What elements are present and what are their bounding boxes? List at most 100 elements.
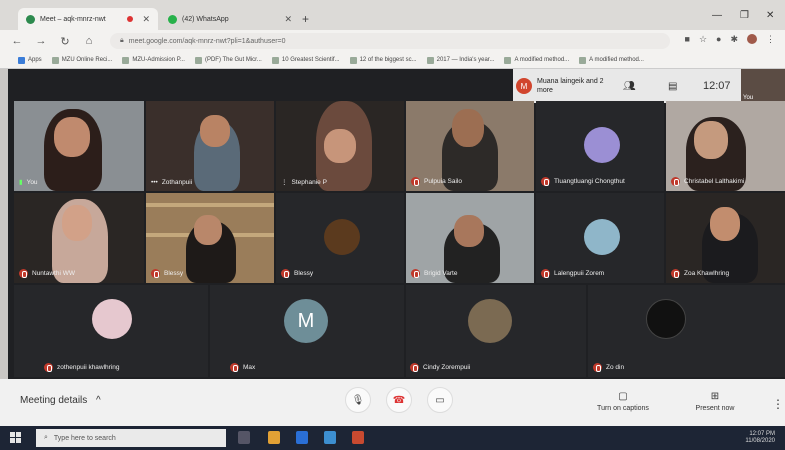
close-window-icon[interactable]: ✕ <box>766 10 774 21</box>
meeting-details-button[interactable]: Meeting details ^ <box>20 395 101 406</box>
bookmark-item[interactable]: MZU-Admission P... <box>122 56 185 64</box>
camera-icon[interactable]: ■ <box>685 34 690 45</box>
mic-muted-icon <box>541 269 550 278</box>
participant-avatar <box>646 299 686 339</box>
minimize-icon[interactable]: — <box>712 10 722 21</box>
participant-name: zothenpuii khawlhring <box>57 364 120 371</box>
participant-tile[interactable]: Cindy Zorempuii <box>406 285 586 377</box>
recording-dot-icon <box>127 16 134 22</box>
powerpoint-icon[interactable] <box>352 431 364 444</box>
chat-icon[interactable]: ▤ <box>668 81 677 92</box>
system-tray[interactable]: 12:07 PM 11/08/2020 <box>745 431 775 445</box>
tab-whatsapp[interactable]: (42) WhatsApp ✕ <box>160 8 300 30</box>
present-now-button[interactable]: ⊞ Present now <box>680 391 750 412</box>
mic-button[interactable]: 🎙︎ <box>345 387 371 413</box>
phone-hangup-icon: ☎ <box>392 394 406 406</box>
profile-avatar[interactable] <box>747 34 757 44</box>
participant-avatar <box>468 299 512 343</box>
bookmark-item[interactable]: 10 Greatest Scientif... <box>271 56 340 64</box>
menu-icon[interactable]: ⋮ <box>766 34 775 45</box>
self-preview[interactable]: You <box>741 69 785 103</box>
bookmarks-bar: Apps MZU Online Reci... MZU-Admission P.… <box>0 52 785 69</box>
puzzle-icon[interactable]: ✱ <box>730 34 738 45</box>
people-icon[interactable]: 👥︎ <box>623 81 636 92</box>
tab-label: (42) WhatsApp <box>182 15 229 23</box>
back-icon[interactable]: ← <box>10 35 24 47</box>
participant-tile[interactable]: Brigid Varte <box>406 193 534 283</box>
task-view-icon[interactable] <box>238 431 250 444</box>
windows-taskbar: ⌕ Type here to search 12:07 PM 11/08/202… <box>0 426 785 450</box>
captions-button[interactable]: ▢ Turn on captions <box>588 391 658 412</box>
captions-icon: ▢ <box>618 391 628 402</box>
windows-start-icon[interactable] <box>10 432 22 444</box>
bookmark-item[interactable]: (PDF) The Gut Micr... <box>194 56 262 64</box>
bookmark-item[interactable]: A modified method... <box>504 56 569 64</box>
participant-tile[interactable]: Tluangtluangi Chongthut <box>536 101 664 191</box>
tray-time: 12:07 PM <box>749 431 775 437</box>
mic-on-icon: ▮ <box>19 179 23 186</box>
close-tab-icon[interactable]: ✕ <box>142 14 150 25</box>
mic-muted-icon <box>411 269 420 278</box>
participant-name: Zothanpuii <box>161 179 193 186</box>
page-icon <box>122 56 130 64</box>
participant-name: Max <box>243 364 256 371</box>
tab-meet[interactable]: Meet – aqk-mnrz-nwt ✕ <box>18 8 158 30</box>
participant-tile[interactable]: zothenpuii khawlhring <box>14 285 208 377</box>
participant-tile[interactable]: ••• Zothanpuii <box>146 101 274 191</box>
forward-icon[interactable]: → <box>34 35 48 47</box>
home-icon[interactable]: ⌂ <box>82 35 96 47</box>
bookmark-item[interactable]: A modified method... <box>579 56 644 64</box>
more-options-icon[interactable]: ⋮ <box>772 397 784 411</box>
bookmark-item[interactable]: Apps <box>18 56 42 64</box>
mic-muted-icon <box>541 177 550 186</box>
participant-tile[interactable]: Blessy <box>146 193 274 283</box>
address-bar-row: ← → ↻ ⌂ 🔒︎ meet.google.com/aqk-mnrz-nwt?… <box>0 30 785 52</box>
new-tab-button[interactable]: + <box>302 12 309 26</box>
participant-name: Blessy <box>164 270 184 277</box>
bookmark-item[interactable]: MZU Online Reci... <box>51 56 112 64</box>
participant-avatar <box>92 299 132 339</box>
participant-tile[interactable]: Nuntawthi WW <box>14 193 144 283</box>
mic-icon: 🎙︎ <box>351 394 365 406</box>
participant-avatar <box>584 127 620 163</box>
participant-tile[interactable]: Christabel Lalthakimi <box>666 101 785 191</box>
presenter-text: Muana laingeik and 2 more <box>537 78 604 94</box>
edge-icon[interactable] <box>296 431 308 444</box>
video-camera-icon: ▭ <box>435 394 445 406</box>
participant-tile[interactable]: ▮ You <box>14 101 144 191</box>
participant-tile[interactable]: Blessy <box>276 193 404 283</box>
bookmark-item[interactable]: 12 of the biggest sc... <box>349 56 417 64</box>
taskbar-search[interactable]: ⌕ Type here to search <box>36 429 226 447</box>
bookmark-item[interactable]: 2017 — India's year... <box>426 56 494 64</box>
camera-button[interactable]: ▭ <box>427 387 453 413</box>
page-icon <box>271 56 279 64</box>
chrome-icon[interactable] <box>268 431 280 444</box>
mic-muted-icon <box>281 269 290 278</box>
meet-video-grid: M Muana laingeik and 2 more 👥︎ ▤ 12:07 Y… <box>8 69 785 379</box>
tray-date: 11/08/2020 <box>745 438 775 444</box>
participant-tile[interactable]: Pulpuia Sailo <box>406 101 534 191</box>
participant-avatar <box>584 219 620 255</box>
url-field[interactable]: 🔒︎ meet.google.com/aqk-mnrz-nwt?pli=1&au… <box>110 33 670 49</box>
participant-tile[interactable]: Zo din <box>588 285 785 377</box>
extension-icon[interactable]: ● <box>716 34 721 45</box>
participant-tile[interactable]: ⋮ Stephanie P <box>276 101 404 191</box>
meet-top-bar: M Muana laingeik and 2 more 👥︎ ▤ 12:07 Y… <box>513 69 785 103</box>
participant-tile[interactable]: Lalengpuii Zorem <box>536 193 664 283</box>
participant-tile[interactable]: Zoa Khawlhring <box>666 193 785 283</box>
file-explorer-icon[interactable] <box>324 431 336 444</box>
mic-muted-icon <box>44 363 53 372</box>
search-placeholder: Type here to search <box>53 434 116 442</box>
page-icon <box>194 56 202 64</box>
more-icon: ••• <box>151 179 158 186</box>
participant-name: Tluangtluangi Chongthut <box>554 178 625 185</box>
star-icon[interactable]: ☆ <box>699 34 707 45</box>
url-text: meet.google.com/aqk-mnrz-nwt?pli=1&authu… <box>128 37 286 45</box>
reload-icon[interactable]: ↻ <box>58 35 72 48</box>
participant-tile[interactable]: M Max <box>210 285 404 377</box>
participant-name: Cindy Zorempuii <box>423 364 471 371</box>
end-call-button[interactable]: ☎ <box>386 387 412 413</box>
participant-name: Pulpuia Sailo <box>424 178 462 185</box>
close-tab-icon[interactable]: ✕ <box>284 14 292 25</box>
maximize-icon[interactable]: ❐ <box>740 10 749 21</box>
